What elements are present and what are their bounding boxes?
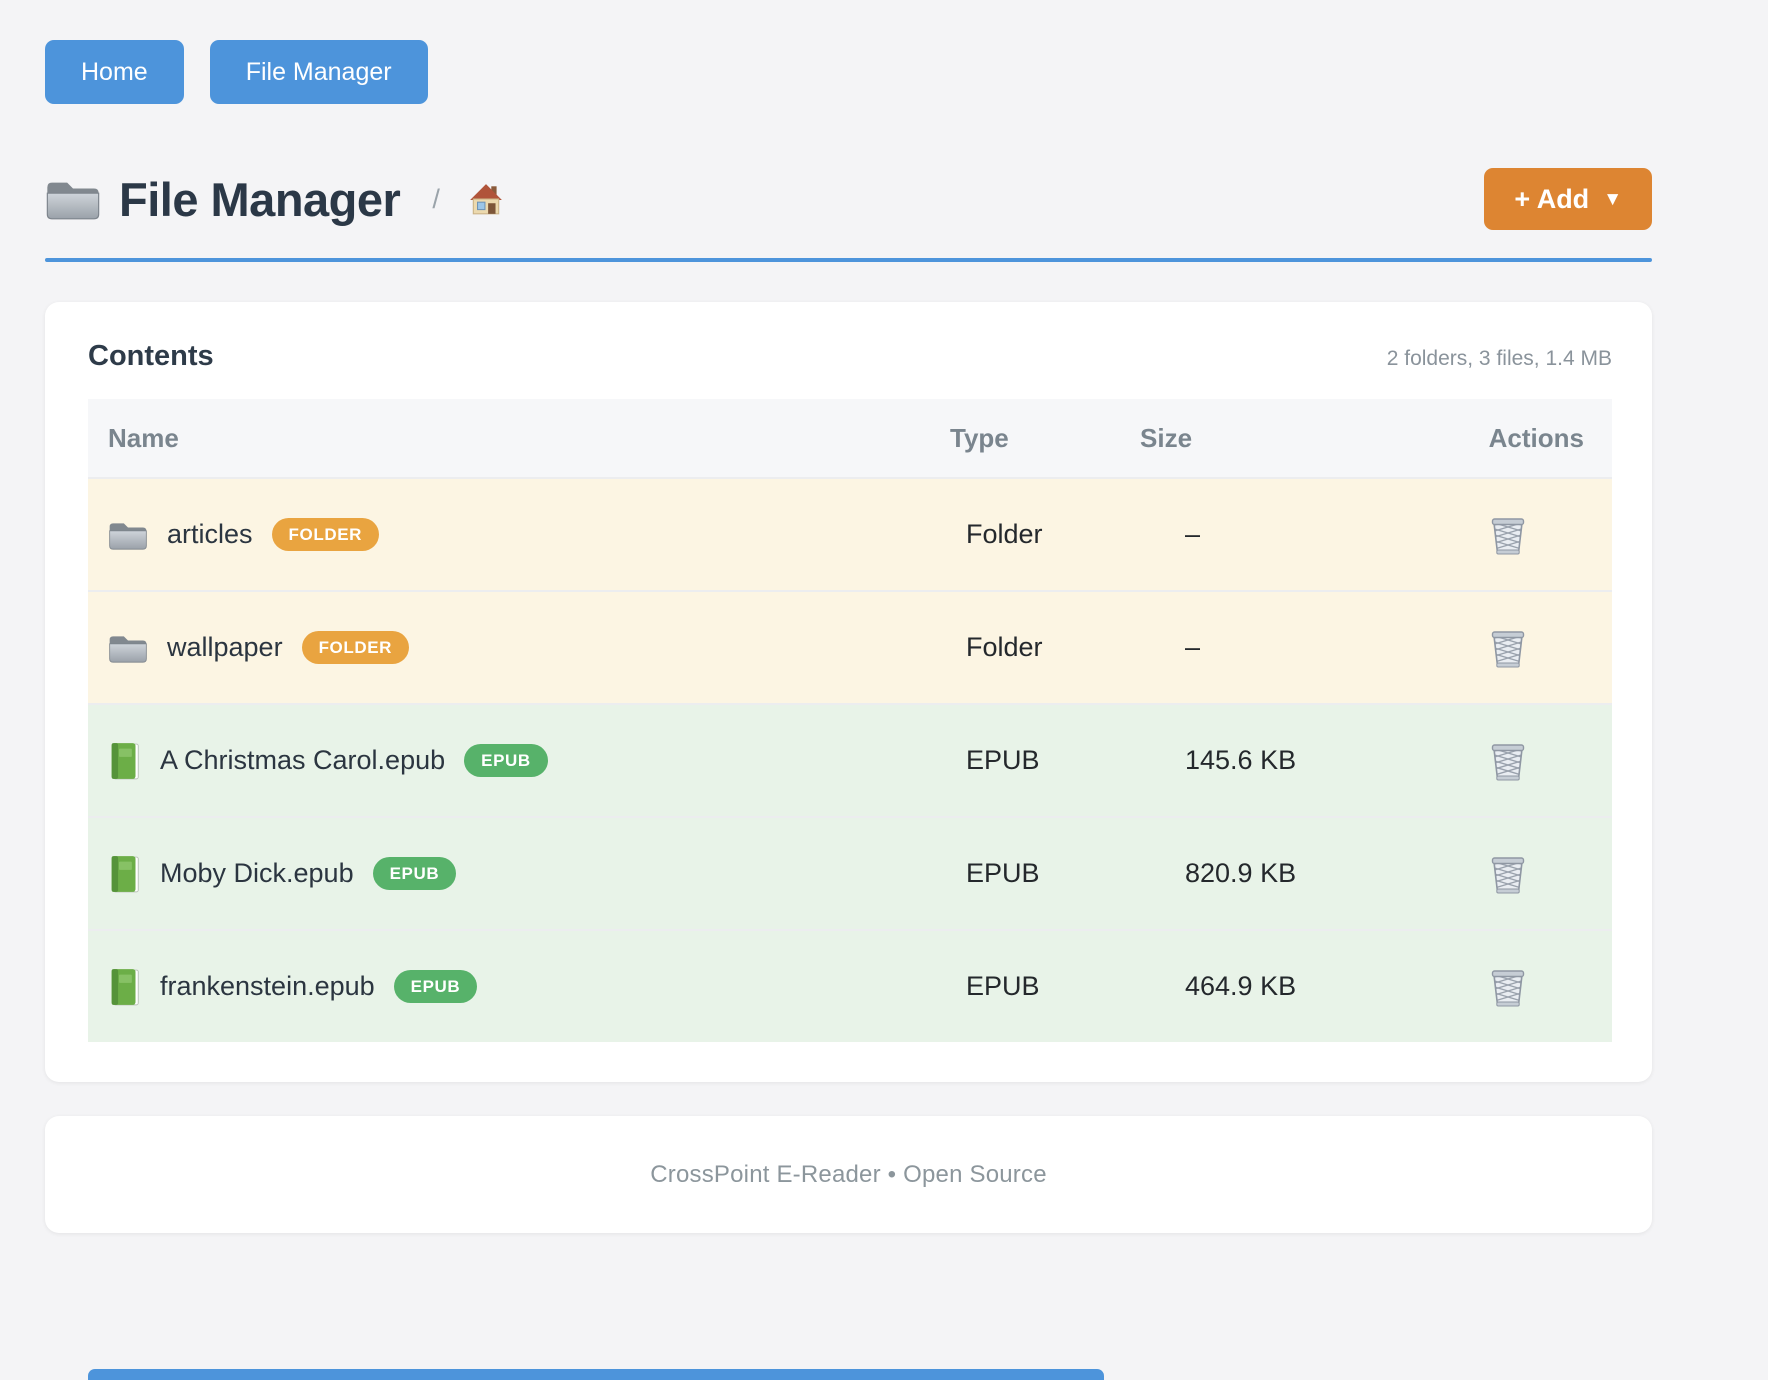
- type-badge: FOLDER: [302, 631, 409, 664]
- delete-button[interactable]: [1484, 622, 1532, 674]
- contents-card: Contents 2 folders, 3 files, 1.4 MB Name…: [45, 302, 1652, 1082]
- contents-summary: 2 folders, 3 files, 1.4 MB: [1387, 347, 1612, 371]
- file-name-link[interactable]: A Christmas Carol.epub EPUB: [108, 741, 548, 781]
- table-row[interactable]: wallpaper FOLDER Folder –: [88, 590, 1612, 703]
- type-cell: EPUB: [950, 971, 1140, 1002]
- size-cell: 145.6 KB: [1140, 745, 1420, 776]
- file-name-link[interactable]: frankenstein.epub EPUB: [108, 967, 477, 1007]
- table-row[interactable]: Moby Dick.epub EPUB EPUB 820.9 KB: [88, 816, 1612, 929]
- column-header-actions: Actions: [1420, 423, 1612, 454]
- type-badge: EPUB: [464, 744, 548, 777]
- files-table: Name Type Size Actions articles FOLDER F…: [88, 399, 1612, 1042]
- trash-icon: [1488, 884, 1528, 899]
- add-button-label: + Add: [1514, 184, 1589, 215]
- file-name: frankenstein.epub: [160, 971, 375, 1002]
- column-header-size: Size: [1140, 423, 1420, 454]
- type-badge: FOLDER: [272, 518, 379, 551]
- table-body: articles FOLDER Folder – wallpaper FOLDE…: [88, 477, 1612, 1042]
- folder-icon: [45, 177, 101, 221]
- contents-heading: Contents: [88, 340, 1387, 373]
- add-button[interactable]: + Add ▼: [1484, 168, 1652, 230]
- home-button[interactable]: Home: [45, 40, 184, 104]
- file-name-link[interactable]: articles FOLDER: [108, 518, 379, 551]
- file-name-link[interactable]: wallpaper FOLDER: [108, 631, 409, 664]
- book-icon: [108, 967, 141, 1007]
- top-nav: Home File Manager: [45, 0, 1652, 104]
- file-name: articles: [167, 519, 253, 550]
- page-title: File Manager: [119, 172, 400, 227]
- delete-button[interactable]: [1484, 509, 1532, 561]
- type-cell: Folder: [950, 632, 1140, 663]
- file-name-link[interactable]: Moby Dick.epub EPUB: [108, 854, 456, 894]
- delete-button[interactable]: [1484, 735, 1532, 787]
- file-name: Moby Dick.epub: [160, 858, 354, 889]
- footer-text: CrossPoint E-Reader • Open Source: [650, 1161, 1047, 1189]
- file-name: A Christmas Carol.epub: [160, 745, 445, 776]
- size-cell: 820.9 KB: [1140, 858, 1420, 889]
- column-header-name: Name: [88, 423, 950, 454]
- file-name: wallpaper: [167, 632, 283, 663]
- type-badge: EPUB: [394, 970, 478, 1003]
- folder-icon: [108, 632, 148, 664]
- type-badge: EPUB: [373, 857, 457, 890]
- page-content: Home File Manager File Manager / + Add ▼…: [45, 0, 1652, 1233]
- type-cell: Folder: [950, 519, 1140, 550]
- table-header-row: Name Type Size Actions: [88, 399, 1612, 477]
- size-cell: –: [1140, 632, 1420, 663]
- folder-icon: [108, 519, 148, 551]
- type-cell: EPUB: [950, 858, 1140, 889]
- page-header: File Manager / + Add ▼: [45, 168, 1652, 230]
- delete-button[interactable]: [1484, 961, 1532, 1013]
- bottom-partial-button[interactable]: [88, 1369, 1104, 1380]
- trash-icon: [1488, 545, 1528, 560]
- caret-down-icon: ▼: [1603, 189, 1622, 211]
- table-row[interactable]: frankenstein.epub EPUB EPUB 464.9 KB: [88, 929, 1612, 1042]
- column-header-type: Type: [950, 423, 1140, 454]
- breadcrumb-house-icon[interactable]: [468, 182, 504, 216]
- book-icon: [108, 741, 141, 781]
- table-row[interactable]: A Christmas Carol.epub EPUB EPUB 145.6 K…: [88, 703, 1612, 816]
- type-cell: EPUB: [950, 745, 1140, 776]
- footer: CrossPoint E-Reader • Open Source: [45, 1116, 1652, 1233]
- trash-icon: [1488, 997, 1528, 1012]
- header-divider: [45, 258, 1652, 262]
- file-manager-button[interactable]: File Manager: [210, 40, 428, 104]
- trash-icon: [1488, 658, 1528, 673]
- table-row[interactable]: articles FOLDER Folder –: [88, 477, 1612, 590]
- delete-button[interactable]: [1484, 848, 1532, 900]
- book-icon: [108, 854, 141, 894]
- breadcrumb-separator: /: [432, 184, 440, 215]
- size-cell: 464.9 KB: [1140, 971, 1420, 1002]
- size-cell: –: [1140, 519, 1420, 550]
- trash-icon: [1488, 771, 1528, 786]
